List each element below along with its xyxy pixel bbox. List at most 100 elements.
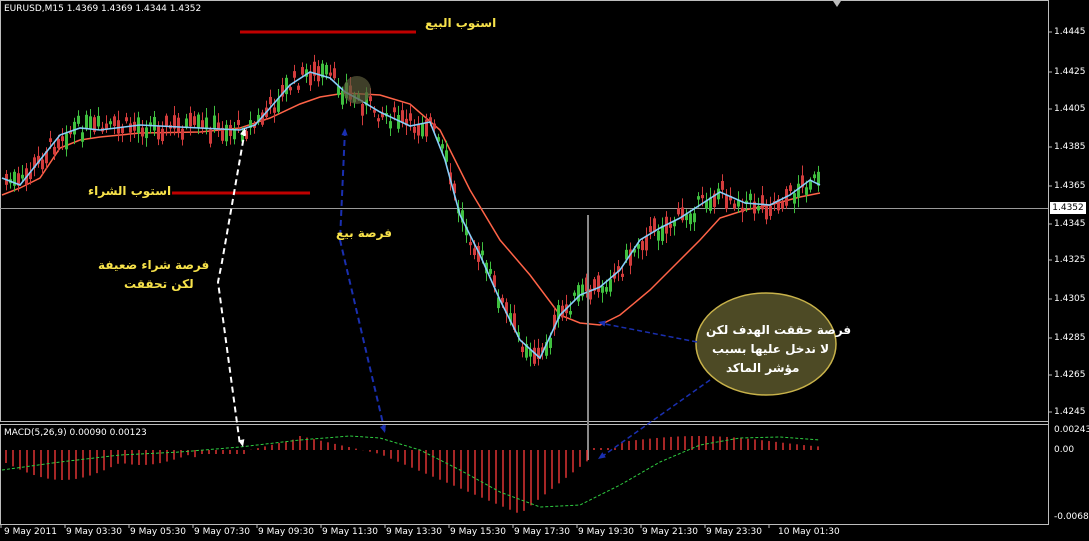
candle-body (693, 213, 696, 223)
candle-body (573, 292, 576, 296)
candle-body (285, 77, 288, 95)
candle-body (621, 273, 624, 277)
candle-body (649, 226, 652, 233)
candle-body (569, 311, 572, 315)
time-tick-label: 9 May 2011 (4, 527, 57, 537)
bubble-text-line3: مؤشر الماكد (726, 361, 800, 375)
candle-body (765, 205, 768, 220)
sell-stop-label: استوب البيع (425, 16, 497, 30)
candle-body (377, 118, 380, 122)
window-menu-icon[interactable] (832, 0, 842, 8)
candle-body (333, 68, 336, 79)
candle-body (61, 136, 64, 142)
price-tick-label: 1.4305 (1054, 294, 1086, 304)
candle-body (761, 195, 764, 210)
candle-body (741, 207, 744, 213)
sell-arrow (338, 129, 386, 433)
candle-body (389, 121, 392, 129)
candle-body (177, 117, 180, 133)
buy-stop-label: استوب الشراء (88, 184, 172, 198)
candle-body (73, 121, 76, 135)
time-tick-label: 9 May 13:30 (386, 527, 442, 537)
time-tick-label: 9 May 17:30 (514, 527, 570, 537)
candle-body (733, 203, 736, 209)
price-tick-label: 1.4245 (1054, 407, 1086, 417)
candle-body (237, 119, 240, 125)
candle-body (129, 123, 132, 133)
candle-body (145, 127, 148, 139)
candle-body (213, 115, 216, 129)
candle-body (325, 64, 328, 75)
candle-body (789, 185, 792, 191)
time-tick-label: 9 May 19:30 (578, 527, 634, 537)
candle-body (473, 248, 476, 256)
candle-body (125, 117, 128, 122)
candle-body (657, 230, 660, 241)
candle-body (161, 128, 164, 142)
candle-body (301, 67, 304, 75)
candle-body (393, 107, 396, 113)
price-tick-label: 1.4365 (1054, 181, 1086, 191)
candle-body (469, 242, 472, 246)
bubble-text-line2: لا ندخل عليها بسبب (712, 342, 830, 356)
candle-body (289, 87, 292, 91)
candle-body (813, 174, 816, 179)
highlight-circle (343, 76, 371, 104)
candle-body (197, 114, 200, 128)
candle-body (273, 107, 276, 113)
candle-body (65, 133, 68, 150)
candle-body (309, 72, 312, 86)
candle-body (97, 115, 100, 127)
macd-label: MACD(5,26,9) 0.00090 0.00123 (4, 428, 147, 438)
candle-body (677, 208, 680, 215)
price-tick-label: 1.4405 (1054, 104, 1086, 114)
candle-body (113, 116, 116, 127)
candle-body (805, 187, 808, 195)
candle-body (361, 103, 364, 116)
time-tick-label: 9 May 05:30 (130, 527, 186, 537)
time-tick-label: 9 May 11:30 (322, 527, 378, 537)
candle-body (225, 124, 228, 142)
weak-buy-label-line1: فرصة شراء ضعيفة (98, 258, 210, 272)
candle-body (369, 96, 372, 102)
candle-body (597, 275, 600, 292)
candle-body (409, 113, 412, 121)
time-tick-label: 9 May 03:30 (66, 527, 122, 537)
candle-body (89, 116, 92, 130)
candle-body (41, 159, 44, 170)
candle-body (757, 205, 760, 211)
candle-body (669, 223, 672, 228)
time-tick-label: 9 May 15:30 (450, 527, 506, 537)
candle-body (401, 110, 404, 123)
candle-body (609, 279, 612, 292)
candle-body (185, 118, 188, 128)
candle-body (441, 144, 444, 149)
candle-body (749, 193, 752, 201)
price-tick-label: 1.4425 (1054, 67, 1086, 77)
candle-body (521, 346, 524, 353)
price-tick-label: 1.4265 (1054, 370, 1086, 380)
candle-body (781, 201, 784, 209)
candle-body (293, 71, 296, 78)
candle-body (109, 121, 112, 125)
candle-body (681, 207, 684, 221)
candle-body (605, 287, 608, 292)
current-price-marker: 1.4352 (1050, 202, 1086, 214)
macd-signal-line (1, 435, 821, 508)
candle-body (189, 112, 192, 127)
candle-body (701, 194, 704, 199)
time-tick-label: 9 May 23:30 (706, 527, 762, 537)
time-tick-label: 9 May 07:30 (194, 527, 250, 537)
candle-body (21, 174, 24, 179)
candle-body (49, 138, 52, 142)
main-panel-frame (0, 0, 1049, 422)
macd-scale-top: 0.00243 (1054, 425, 1089, 435)
candle-body (641, 241, 644, 251)
chart-window[interactable]: EURUSD,M15 1.4369 1.4369 1.4344 1.4352 M… (0, 0, 1089, 541)
candle-body (181, 128, 184, 140)
candle-body (165, 115, 168, 127)
candle-body (297, 85, 300, 90)
candle-body (269, 96, 272, 105)
sell-arrowhead-bottom (379, 425, 386, 433)
sell-arrowhead-top (341, 128, 348, 136)
